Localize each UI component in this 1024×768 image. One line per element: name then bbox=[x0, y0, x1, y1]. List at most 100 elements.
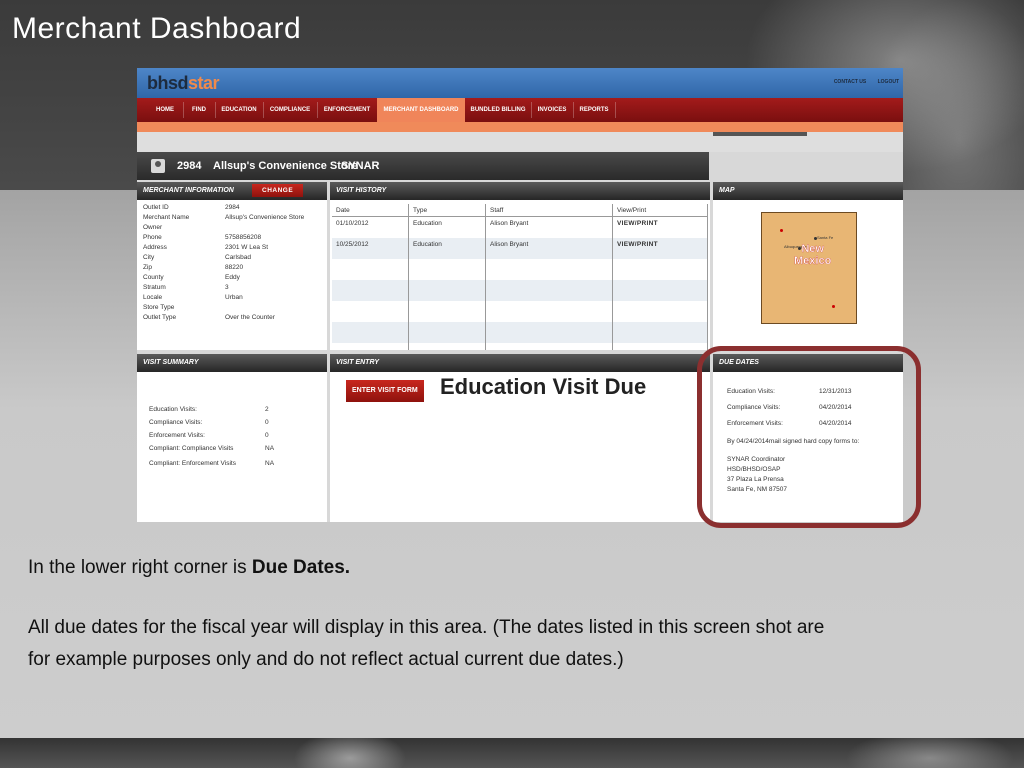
map-state-word: New bbox=[801, 243, 824, 255]
merchant-information-header: MERCHANT INFORMATION CHANGE bbox=[137, 182, 327, 200]
field-value: Allsup's Convenience Store bbox=[225, 214, 305, 221]
nav-merchant-dashboard[interactable]: MERCHANT DASHBOARD bbox=[377, 98, 465, 122]
column-header[interactable]: Date bbox=[332, 204, 409, 217]
new-mexico-map-image[interactable]: Santa Fe Albuquerque New Mexico bbox=[761, 212, 857, 324]
nav-divider bbox=[215, 102, 216, 118]
field-label: Outlet Type bbox=[143, 314, 177, 321]
table-cell: 01/10/2012 bbox=[332, 216, 409, 238]
table-cell: Alison Bryant bbox=[485, 216, 613, 238]
map-city-label: Santa Fe bbox=[817, 235, 834, 240]
education-visit-due-message: Education Visit Due bbox=[440, 374, 647, 399]
merchant-information-panel: MERCHANT INFORMATION CHANGE Outlet ID 298… bbox=[137, 182, 327, 350]
table-header-row: Date Type Staff View/Print bbox=[332, 204, 708, 217]
map-header-stub bbox=[713, 132, 807, 136]
field-value: 88220 bbox=[225, 264, 244, 271]
nav-home[interactable]: HOME bbox=[151, 98, 179, 122]
nav-bundled-billing[interactable]: BUNDLED BILLING bbox=[469, 98, 527, 122]
field-value: Carlsbad bbox=[225, 254, 252, 261]
field-label: Phone bbox=[143, 234, 162, 241]
field-value: Over the Counter bbox=[225, 314, 275, 321]
summary-value: NA bbox=[265, 445, 275, 452]
summary-value: 2 bbox=[265, 406, 269, 413]
nav-divider bbox=[263, 102, 264, 118]
slide-body-line-2: for example purposes only and do not ref… bbox=[28, 649, 624, 670]
table-row bbox=[332, 322, 708, 343]
visit-entry-header: VISIT ENTRY bbox=[330, 354, 710, 372]
table-cell: Education bbox=[408, 238, 486, 259]
nav-enforcement[interactable]: ENFORCEMENT bbox=[321, 98, 373, 122]
field-label: Store Type bbox=[143, 304, 175, 311]
summary-label: Compliant: Compliance Visits bbox=[149, 445, 234, 452]
top-header-bar: bhsdstar CONTACT US LOGOUT bbox=[137, 68, 903, 98]
nav-education[interactable]: EDUCATION bbox=[219, 98, 259, 122]
map-panel: MAP Santa Fe Albuquerque New Mexico bbox=[713, 182, 903, 350]
view-print-link[interactable]: VIEW/PRINT bbox=[612, 216, 708, 238]
change-merchant-button[interactable]: CHANGE bbox=[252, 184, 304, 197]
column-header[interactable]: Type bbox=[408, 204, 486, 217]
nav-divider bbox=[317, 102, 318, 118]
field-label: County bbox=[143, 274, 164, 281]
merchant-program: SYNAR bbox=[341, 160, 380, 172]
visit-summary-header: VISIT SUMMARY bbox=[137, 354, 327, 372]
visit-history-header: VISIT HISTORY bbox=[330, 182, 710, 200]
nav-divider bbox=[183, 102, 184, 118]
summary-value: 0 bbox=[265, 432, 269, 439]
field-value: 3 bbox=[225, 284, 229, 291]
field-value: 2984 bbox=[225, 204, 240, 211]
summary-value: 0 bbox=[265, 419, 269, 426]
summary-label: Compliance Visits: bbox=[149, 419, 203, 426]
view-print-link[interactable]: VIEW/PRINT bbox=[612, 238, 708, 259]
visit-history-panel: VISIT HISTORY Date Type Staff View/Print… bbox=[330, 182, 710, 350]
table-row: 01/10/2012 Education Alison Bryant VIEW/… bbox=[332, 216, 708, 238]
field-label: Locale bbox=[143, 294, 163, 301]
due-dates-highlight-ring bbox=[697, 346, 921, 528]
field-label: Stratum bbox=[143, 284, 166, 291]
field-label: Outlet ID bbox=[143, 204, 169, 211]
merchant-avatar-icon bbox=[151, 159, 165, 173]
map-header: MAP bbox=[713, 182, 903, 200]
bhsdstar-logo[interactable]: bhsdstar bbox=[147, 73, 220, 94]
map-marker bbox=[832, 305, 835, 308]
nav-compliance[interactable]: COMPLIANCE bbox=[267, 98, 313, 122]
slide-caption: In the lower right corner is Due Dates. bbox=[28, 557, 351, 578]
nav-find[interactable]: FIND bbox=[187, 98, 211, 122]
table-row bbox=[332, 343, 708, 350]
enter-visit-form-button[interactable]: ENTER VISIT FORM bbox=[346, 380, 424, 402]
merchant-store-name: Allsup's Convenience Store bbox=[213, 160, 359, 172]
field-label: City bbox=[143, 254, 155, 261]
column-header[interactable]: Staff bbox=[485, 204, 613, 217]
nav-reports[interactable]: REPORTS bbox=[577, 98, 611, 122]
field-value: 5758856208 bbox=[225, 234, 262, 241]
table-cell: Alison Bryant bbox=[485, 238, 613, 259]
field-label: Zip bbox=[143, 264, 153, 271]
slide-background-bottom bbox=[0, 738, 1024, 768]
caption-bold: Due Dates. bbox=[251, 557, 351, 578]
map-state-name: New Mexico bbox=[794, 243, 832, 267]
field-value: Urban bbox=[225, 294, 243, 301]
field-value: Eddy bbox=[225, 274, 240, 281]
merchant-outlet-id: 2984 bbox=[177, 160, 202, 172]
visit-summary-panel: VISIT SUMMARY Education Visits: 2 Complia… bbox=[137, 354, 327, 522]
map-state-word: Mexico bbox=[794, 255, 832, 267]
summary-label: Education Visits: bbox=[149, 406, 197, 413]
merchant-title-bar: 2984 Allsup's Convenience Store SYNAR bbox=[137, 152, 709, 180]
summary-label: Compliant: Enforcement Visits bbox=[149, 460, 236, 467]
contact-us-link[interactable]: CONTACT US bbox=[834, 79, 866, 85]
nav-divider bbox=[573, 102, 574, 118]
slide-title: Merchant Dashboard bbox=[12, 12, 302, 45]
field-value: 2301 W Lea St bbox=[225, 244, 268, 251]
table-row bbox=[332, 280, 708, 301]
field-label: Address bbox=[143, 244, 167, 251]
map-marker bbox=[780, 229, 783, 232]
field-label: Merchant Name bbox=[143, 214, 190, 221]
nav-invoices[interactable]: INVOICES bbox=[535, 98, 569, 122]
logout-link[interactable]: LOGOUT bbox=[878, 79, 899, 85]
table-cell: 10/25/2012 bbox=[332, 238, 409, 259]
summary-label: Enforcement Visits: bbox=[149, 432, 205, 439]
main-navigation: HOME FIND EDUCATION COMPLIANCE ENFORCEME… bbox=[137, 98, 903, 122]
nav-divider bbox=[615, 102, 616, 118]
column-header[interactable]: View/Print bbox=[612, 204, 708, 217]
table-cell: Education bbox=[408, 216, 486, 238]
visit-history-table: Date Type Staff View/Print 01/10/2012 Ed… bbox=[332, 204, 708, 350]
visit-entry-panel: VISIT ENTRY ENTER VISIT FORM Education V… bbox=[330, 354, 710, 522]
